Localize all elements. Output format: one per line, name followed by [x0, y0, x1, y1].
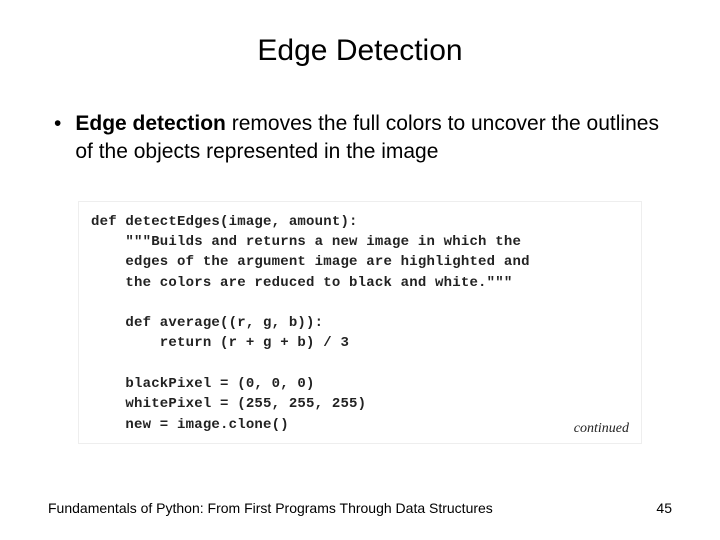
code-line: edges of the argument image are highligh… — [91, 254, 530, 270]
code-line: def detectEdges(image, amount): — [91, 214, 358, 230]
slide-footer: Fundamentals of Python: From First Progr… — [48, 500, 672, 516]
bullet-item: • Edge detection removes the full colors… — [48, 110, 672, 167]
continued-label: continued — [574, 421, 629, 437]
bullet-bold: Edge detection — [75, 112, 226, 135]
bullet-dot-icon: • — [54, 110, 61, 138]
code-line: new = image.clone() — [91, 417, 289, 433]
code-line: return (r + g + b) / 3 — [91, 335, 349, 351]
code-line: """Builds and returns a new image in whi… — [91, 234, 521, 250]
code-line: def average((r, g, b)): — [91, 315, 323, 331]
slide-title: Edge Detection — [48, 34, 672, 68]
code-line: whitePixel = (255, 255, 255) — [91, 396, 366, 412]
code-block: def detectEdges(image, amount): """Build… — [91, 212, 629, 435]
code-figure: def detectEdges(image, amount): """Build… — [78, 201, 642, 444]
code-line: blackPixel = (0, 0, 0) — [91, 376, 315, 392]
footer-text: Fundamentals of Python: From First Progr… — [48, 500, 493, 516]
bullet-text: Edge detection removes the full colors t… — [75, 110, 662, 167]
page-number: 45 — [656, 500, 672, 516]
slide: Edge Detection • Edge detection removes … — [0, 0, 720, 540]
code-line: the colors are reduced to black and whit… — [91, 275, 512, 291]
